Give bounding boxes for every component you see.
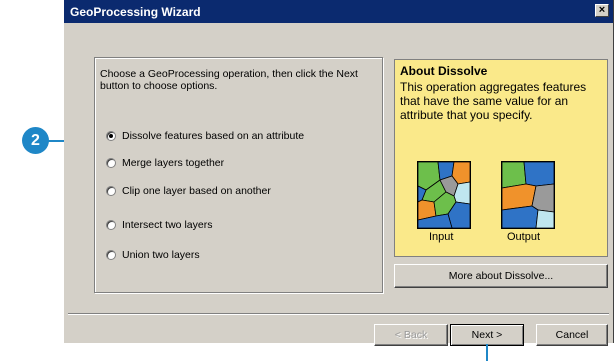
callout-leader-line-next [486, 344, 488, 361]
radio-intersect[interactable] [106, 220, 116, 230]
callout-marker-2: 2 [22, 127, 49, 154]
option-intersect[interactable]: Intersect two layers [106, 219, 212, 231]
about-description: This operation aggregates features that … [400, 80, 587, 122]
close-button[interactable]: × [595, 4, 609, 17]
back-button[interactable]: < Back [374, 324, 448, 346]
close-icon: × [598, 4, 606, 16]
option-merge-label: Merge layers together [122, 157, 225, 169]
option-union[interactable]: Union two layers [106, 249, 200, 261]
option-dissolve-label: Dissolve features based on an attribute [122, 130, 305, 142]
radio-union[interactable] [106, 250, 116, 260]
cancel-button[interactable]: Cancel [536, 324, 608, 346]
radio-merge[interactable] [106, 158, 116, 168]
next-button[interactable]: Next > [450, 324, 524, 346]
about-title: About Dissolve [400, 64, 488, 78]
about-dissolve-panel: About Dissolve This operation aggregates… [394, 59, 608, 257]
option-merge[interactable]: Merge layers together [106, 157, 224, 169]
title-bar: GeoProcessing Wizard × [64, 0, 613, 23]
button-separator [68, 313, 609, 315]
input-map-image [417, 161, 471, 229]
output-label: Output [507, 231, 541, 243]
option-clip-label: Clip one layer based on another [122, 185, 271, 197]
geoprocessing-wizard-dialog: GeoProcessing Wizard × Choose a GeoProce… [64, 0, 614, 346]
option-clip[interactable]: Clip one layer based on another [106, 185, 271, 197]
option-dissolve[interactable]: Dissolve features based on an attribute [106, 130, 304, 142]
option-union-label: Union two layers [122, 249, 200, 261]
more-about-dissolve-button[interactable]: More about Dissolve... [394, 264, 608, 288]
window-title: GeoProcessing Wizard [70, 5, 201, 19]
radio-dissolve[interactable] [106, 131, 116, 141]
input-label: Input [429, 231, 454, 243]
instruction-text: Choose a GeoProcessing operation, then c… [100, 68, 358, 92]
output-map-image [501, 161, 555, 229]
radio-clip[interactable] [106, 186, 116, 196]
option-intersect-label: Intersect two layers [122, 219, 213, 231]
